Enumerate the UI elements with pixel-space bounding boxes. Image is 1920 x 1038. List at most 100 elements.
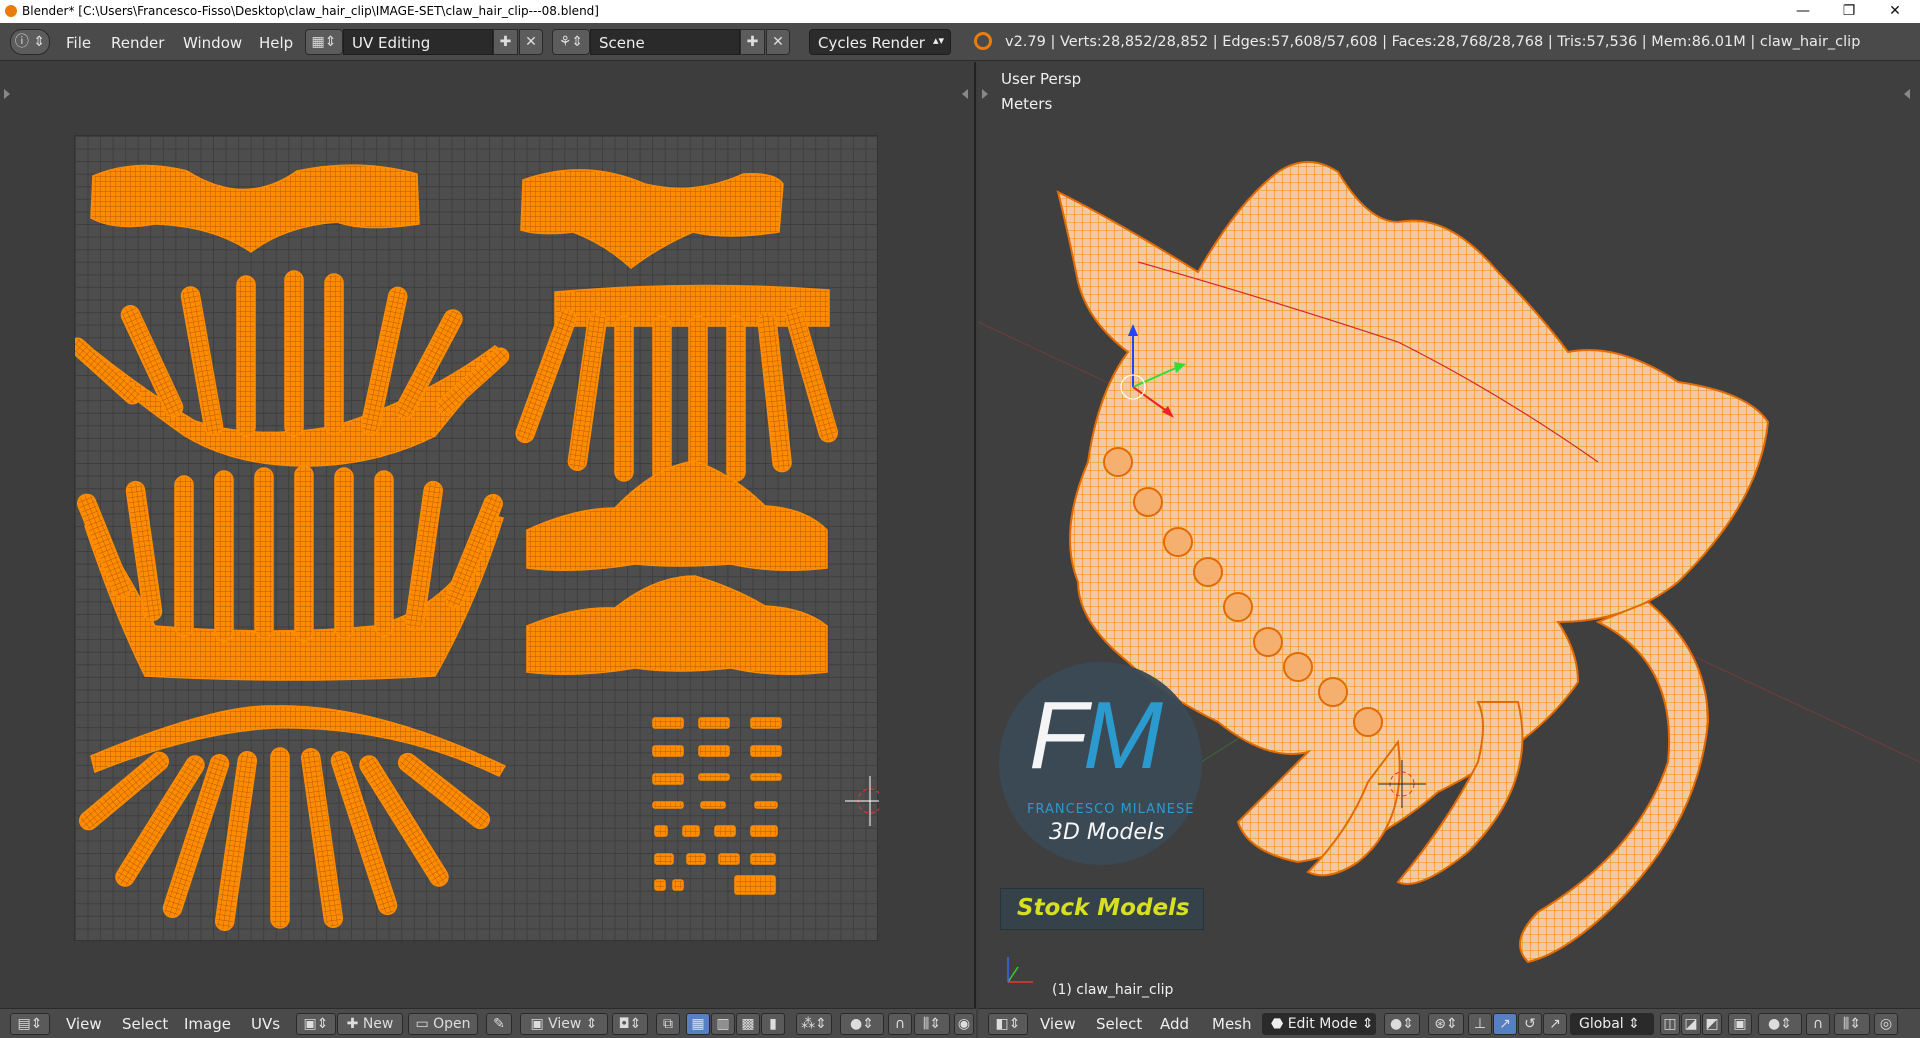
- render-engine-dropdown[interactable]: Cycles Render ▴▾: [809, 29, 951, 55]
- snap-toggle-button[interactable]: ∩: [1806, 1013, 1830, 1035]
- island-select-button[interactable]: ▮: [761, 1013, 785, 1035]
- scale-icon: ↗: [1549, 1016, 1561, 1032]
- tool-shelf-toggle-icon[interactable]: [4, 89, 10, 99]
- uv-island-mid-right-2: [526, 575, 828, 675]
- cube-icon: ◧⇕: [995, 1016, 1021, 1032]
- scale-manipulator-button[interactable]: ↗: [1543, 1013, 1567, 1035]
- logo-m: M: [1083, 682, 1163, 789]
- uv-fingers-bottom: [79, 747, 490, 931]
- menu-file[interactable]: File: [66, 34, 91, 52]
- proportional-edit-button[interactable]: ●⇕: [1758, 1013, 1802, 1035]
- image-browse-button[interactable]: ▣⇕: [296, 1013, 336, 1035]
- window-title: Blender* [C:\Users\Francesco-Fisso\Deskt…: [22, 4, 599, 18]
- editor-type-button[interactable]: ▤⇕: [10, 1013, 50, 1035]
- screen-layout-icon-button[interactable]: ▦⇕: [305, 29, 343, 55]
- scene-field[interactable]: Scene: [590, 29, 740, 55]
- view3d-menu-select[interactable]: Select: [1096, 1015, 1142, 1033]
- face-select-button[interactable]: ◩: [1702, 1013, 1722, 1035]
- x-icon: ✕: [772, 34, 784, 50]
- snap-element-icon: ⫼⇕: [922, 1016, 942, 1032]
- info-header: ⓘ ⇕ File Render Window Help ▦⇕ UV Editin…: [0, 23, 1920, 61]
- view3d-menu-view[interactable]: View: [1040, 1015, 1076, 1033]
- sync-selection-button[interactable]: ⧉: [656, 1013, 680, 1035]
- uv-menu-view[interactable]: View: [66, 1015, 102, 1033]
- pin-button[interactable]: ✎: [486, 1013, 512, 1035]
- viewport-shading-button[interactable]: ●⇕: [1384, 1013, 1420, 1035]
- delete-scene-button[interactable]: ✕: [766, 29, 790, 55]
- image-icon: ▣⇕: [303, 1016, 329, 1032]
- uv-island-top-right: [520, 169, 784, 269]
- limit-selection-button[interactable]: ▣: [1728, 1013, 1752, 1035]
- mode-dropdown[interactable]: ⬣ Edit Mode ⇕: [1262, 1013, 1376, 1035]
- sticky-mode-button[interactable]: ⁂⇕: [796, 1013, 832, 1035]
- proportional-icon: ●⇕: [1768, 1016, 1792, 1032]
- orientation-dropdown[interactable]: Global ⇕: [1570, 1013, 1654, 1035]
- solid-sphere-icon: ●⇕: [1390, 1016, 1414, 1032]
- uv-render-button[interactable]: ◉: [954, 1013, 974, 1035]
- edge-select-icon: ◪: [1684, 1016, 1698, 1032]
- view3d-menu-add[interactable]: Add: [1160, 1015, 1189, 1033]
- updown-arrows-icon: ⇕: [1623, 1016, 1640, 1032]
- properties-toggle-icon[interactable]: [962, 89, 968, 99]
- view-mode-dropdown[interactable]: ▣ View ⇕: [520, 1013, 608, 1035]
- minimize-button[interactable]: —: [1780, 0, 1826, 23]
- plus-icon: ✚: [346, 1016, 363, 1032]
- view3d-menu-mesh[interactable]: Mesh: [1212, 1015, 1252, 1033]
- stock-models-banner: Stock Models: [1000, 888, 1204, 930]
- vertex-select-button[interactable]: ◫: [1660, 1013, 1680, 1035]
- maximize-button[interactable]: ❐: [1826, 0, 1872, 23]
- close-window-button[interactable]: ✕: [1872, 0, 1918, 23]
- pivot-icon: ⊛⇕: [1434, 1016, 1458, 1032]
- menu-render[interactable]: Render: [111, 34, 164, 52]
- screen-layout-field[interactable]: UV Editing: [343, 29, 493, 55]
- view-icon: ▣: [530, 1016, 549, 1032]
- fm-logo-badge: F M FRANCESCO MILANESE 3D Models: [999, 662, 1202, 865]
- active-object-label: (1) claw_hair_clip: [1052, 982, 1174, 998]
- orientation-label: Global: [1579, 1016, 1624, 1032]
- view3d-header: ◧⇕ View Select Add Mesh ⬣ Edit Mode ⇕ ●⇕…: [978, 1008, 1920, 1038]
- add-scene-button[interactable]: ✚: [740, 29, 765, 55]
- new-image-button[interactable]: ✚ New: [337, 1013, 403, 1035]
- pivot-point-button[interactable]: ⊛⇕: [1428, 1013, 1464, 1035]
- translate-manipulator-button[interactable]: ↗: [1493, 1013, 1517, 1035]
- uv-menu-uvs[interactable]: UVs: [251, 1015, 280, 1033]
- uv-comb-teeth-right: [515, 305, 839, 487]
- proportional-edit-button[interactable]: ●⇕: [840, 1013, 884, 1035]
- 3d-viewport[interactable]: User Persp Meters F M FRANCESCO MILANESE…: [978, 62, 1920, 1008]
- delete-screen-button[interactable]: ✕: [519, 29, 543, 55]
- manipulator-toggle-button[interactable]: ⊥: [1468, 1013, 1492, 1035]
- uv-grid-canvas[interactable]: [68, 135, 895, 941]
- menu-help[interactable]: Help: [259, 34, 293, 52]
- open-label: Open: [433, 1016, 471, 1032]
- add-screen-button[interactable]: ✚: [493, 29, 518, 55]
- magnet-icon: ∩: [1812, 1016, 1824, 1032]
- vertex-select-button[interactable]: ▦: [686, 1013, 710, 1035]
- face-select-icon: ▩: [741, 1016, 755, 1032]
- menu-window[interactable]: Window: [183, 34, 242, 52]
- edge-select-button[interactable]: ◪: [1681, 1013, 1701, 1035]
- image-editor-icon: ▤⇕: [17, 1016, 43, 1032]
- scene-icon-button[interactable]: ⚘⇕: [552, 29, 590, 55]
- pivot-button[interactable]: ◘⇕: [612, 1013, 648, 1035]
- snap-element-button[interactable]: ⫼⇕: [1834, 1013, 1870, 1035]
- edge-select-button[interactable]: ▥: [711, 1013, 735, 1035]
- uv-menu-select[interactable]: Select: [122, 1015, 168, 1033]
- folder-icon: ▭: [415, 1016, 434, 1032]
- uv-menu-image[interactable]: Image: [184, 1015, 231, 1033]
- face-select-button[interactable]: ▩: [736, 1013, 760, 1035]
- rotate-manipulator-button[interactable]: ↺: [1518, 1013, 1542, 1035]
- x-icon: ✕: [525, 34, 537, 50]
- pivot-icon: ◘⇕: [618, 1016, 642, 1032]
- snap-toggle-button[interactable]: ∩: [888, 1013, 912, 1035]
- editor-type-button[interactable]: ◧⇕: [988, 1013, 1028, 1035]
- 2d-cursor[interactable]: [845, 776, 895, 826]
- open-image-button[interactable]: ▭ Open: [408, 1013, 478, 1035]
- uv-island-mid-right-1: [526, 460, 828, 571]
- island-select-icon: ▮: [769, 1016, 777, 1032]
- snap-element-button[interactable]: ⫼⇕: [914, 1013, 950, 1035]
- pin-icon: ✎: [493, 1016, 505, 1032]
- plus-icon: ✚: [499, 34, 512, 50]
- arrow-icon: ↗: [1499, 1016, 1511, 1032]
- snap-target-button[interactable]: ◎: [1874, 1013, 1898, 1035]
- editor-type-info-button[interactable]: ⓘ ⇕: [10, 29, 50, 55]
